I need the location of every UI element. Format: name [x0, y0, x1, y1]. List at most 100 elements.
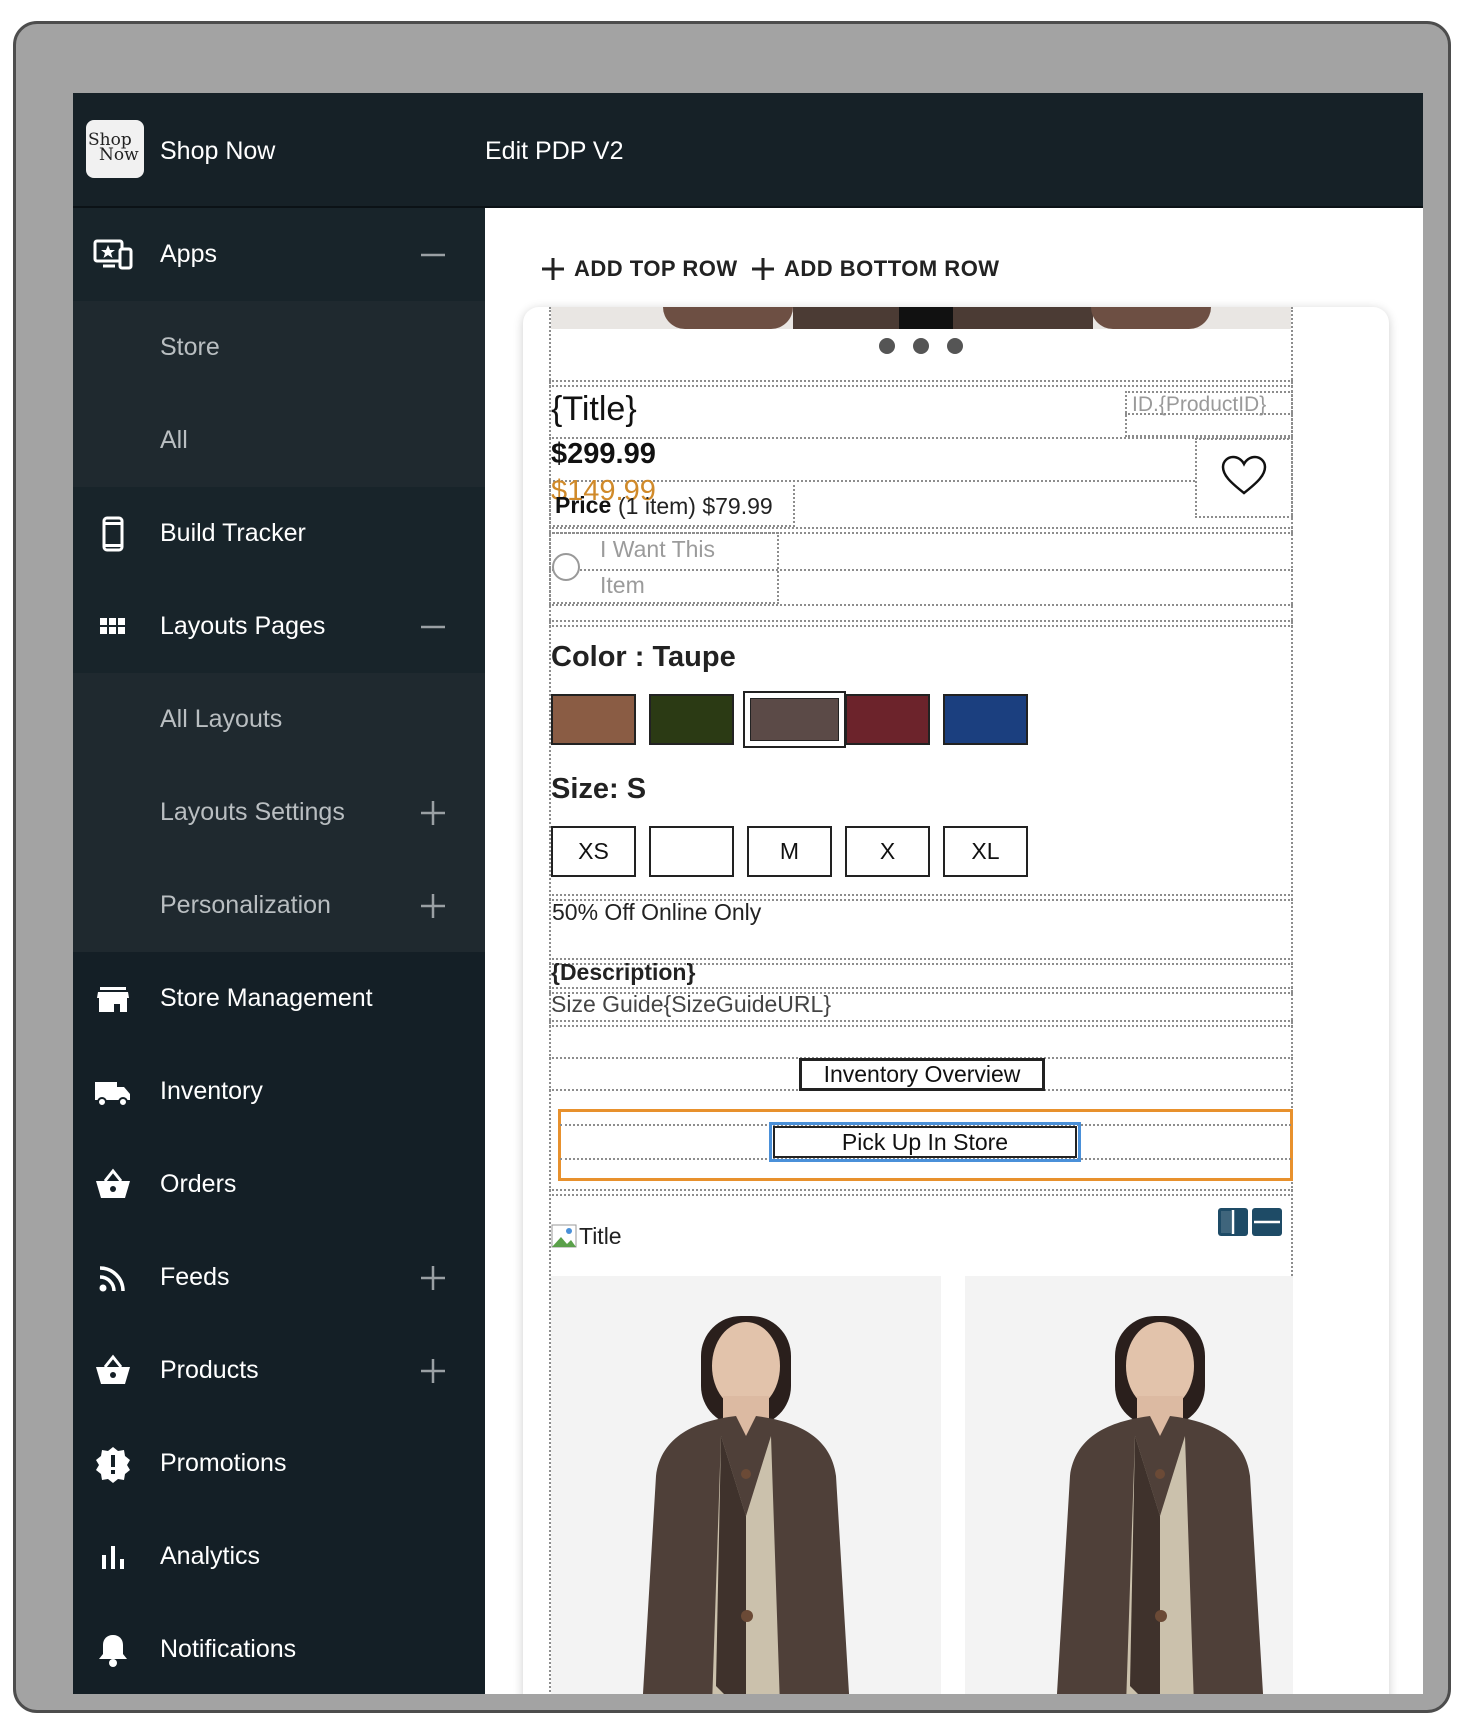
sidebar-item-orders[interactable]: Orders [73, 1138, 485, 1231]
want-item-label-line2: Item [600, 572, 645, 598]
storefront-icon [97, 987, 129, 1012]
sidebar-item-label: Promotions [160, 1449, 287, 1477]
add-bottom-row-button[interactable]: ADD BOTTOM ROW [750, 256, 1000, 282]
color-swatch[interactable] [551, 694, 636, 745]
row-divider [549, 604, 1293, 606]
add-top-row-button[interactable]: ADD TOP ROW [540, 256, 738, 282]
row-divider [549, 1194, 1293, 1196]
hero-image[interactable] [551, 307, 1291, 329]
pick-up-in-store-button[interactable]: Pick Up In Store [773, 1126, 1077, 1158]
sidebar-item-feeds[interactable]: Feeds [73, 1231, 485, 1324]
sidebar-item-layouts-pages[interactable]: Layouts Pages [73, 580, 485, 673]
sidebar-item-build-tracker[interactable]: Build Tracker [73, 487, 485, 580]
sidebar-item-all-layouts[interactable]: All Layouts [73, 673, 485, 766]
row-divider [549, 569, 1293, 571]
logo-text-line2: Now [99, 145, 139, 165]
plus-icon [752, 258, 774, 280]
app-screen: Shop Now Shop Now Edit PDP V2 Apps Store… [73, 93, 1423, 1694]
split-horizontal-icon[interactable] [1251, 1207, 1283, 1237]
expand-icon[interactable] [413, 886, 453, 926]
row-divider [549, 894, 1293, 896]
sidebar-item-label: Store [160, 333, 220, 361]
product-price[interactable]: $299.99 [551, 438, 656, 471]
sidebar-item-promotions[interactable]: Promotions [73, 1417, 485, 1510]
sidebar-item-all[interactable]: All [73, 394, 485, 487]
sidebar-item-apps[interactable]: Apps [73, 208, 485, 301]
shop-now-logo[interactable]: Shop Now [86, 120, 144, 178]
image-title: Title [579, 1223, 622, 1249]
sidebar-item-label: Store Management [160, 984, 373, 1012]
size-guide-link[interactable]: Size Guide{SizeGuideURL} [551, 991, 831, 1018]
sidebar-item-label: Layouts Pages [160, 612, 326, 640]
size-option-button[interactable] [649, 826, 734, 877]
sidebar: Apps Store All Build Tracker Layouts Pag… [73, 208, 485, 1694]
broken-image-icon [551, 1224, 577, 1248]
plus-icon [542, 258, 564, 280]
size-option-button[interactable]: M [747, 826, 832, 877]
row-divider [549, 987, 1293, 989]
bell-icon [99, 1635, 127, 1667]
desktop-star-icon [93, 239, 133, 270]
size-option-label: XS [578, 838, 609, 864]
size-option-label: M [779, 838, 800, 864]
product-description[interactable]: {Description} [551, 959, 695, 986]
product-image[interactable] [551, 1276, 941, 1694]
color-swatch[interactable] [649, 694, 734, 745]
inventory-overview-button[interactable]: Inventory Overview [799, 1058, 1045, 1091]
sidebar-item-label: Orders [160, 1170, 237, 1198]
row-divider [549, 385, 1293, 387]
pdp-preview-card: {Title} ID.{ProductID} $299.99 $149.99 P… [523, 307, 1389, 1694]
row-divider [549, 1025, 1293, 1027]
size-option-button[interactable]: X [845, 826, 930, 877]
want-item-radio[interactable] [552, 553, 580, 581]
row-divider [549, 620, 1293, 622]
sidebar-item-inventory[interactable]: Inventory [73, 1045, 485, 1138]
sidebar-item-notifications[interactable]: Notifications [73, 1603, 485, 1694]
row-divider [549, 1189, 1293, 1191]
unit-price-label: Price [555, 492, 612, 518]
alert-badge-icon [96, 1447, 130, 1483]
page-title: Edit PDP V2 [485, 137, 624, 165]
color-swatch[interactable] [845, 694, 930, 745]
sidebar-item-layouts-settings[interactable]: Layouts Settings [73, 766, 485, 859]
sidebar-item-store[interactable]: Store [73, 301, 485, 394]
expand-icon[interactable] [413, 793, 453, 833]
basket-icon [96, 1354, 130, 1384]
sidebar-item-personalization[interactable]: Personalization [73, 859, 485, 952]
grid-icon [100, 618, 125, 634]
heart-icon[interactable] [1220, 454, 1268, 496]
sidebar-item-products[interactable]: Products [73, 1324, 485, 1417]
expand-icon[interactable] [413, 1351, 453, 1391]
color-label: Color : Taupe [551, 641, 736, 673]
sidebar-item-label: Build Tracker [160, 519, 306, 547]
row-divider [549, 527, 1293, 529]
sidebar-item-label: All Layouts [160, 705, 283, 733]
size-label: Size: S [551, 773, 647, 805]
product-image[interactable] [965, 1276, 1293, 1694]
sidebar-item-label: Feeds [160, 1263, 230, 1291]
color-swatch[interactable] [743, 691, 846, 748]
split-vertical-icon[interactable] [1217, 1207, 1249, 1237]
collapse-icon[interactable] [413, 607, 453, 647]
collapse-icon[interactable] [413, 235, 453, 275]
color-swatch[interactable] [943, 694, 1028, 745]
sidebar-item-label: Layouts Settings [160, 798, 345, 826]
size-option-button[interactable]: XL [943, 826, 1028, 877]
carousel-dot[interactable] [913, 338, 929, 354]
app-name: Shop Now [160, 137, 276, 165]
carousel-dot[interactable] [947, 338, 963, 354]
device-frame: Shop Now Shop Now Edit PDP V2 Apps Store… [13, 21, 1451, 1713]
sidebar-item-analytics[interactable]: Analytics [73, 1510, 485, 1603]
sidebar-item-store-management[interactable]: Store Management [73, 952, 485, 1045]
rss-icon [99, 1266, 125, 1292]
product-title[interactable]: {Title} [551, 390, 637, 429]
add-bottom-row-label: ADD BOTTOM ROW [784, 256, 1000, 281]
promo-text: 50% Off Online Only [552, 899, 762, 925]
size-option-button[interactable]: XS [551, 826, 636, 877]
sidebar-item-label: Products [160, 1356, 259, 1384]
row-divider [549, 380, 1293, 382]
sidebar-item-label: Apps [160, 240, 217, 268]
expand-icon[interactable] [413, 1258, 453, 1298]
carousel-dot[interactable] [879, 338, 895, 354]
sidebar-item-label: Notifications [160, 1635, 297, 1663]
